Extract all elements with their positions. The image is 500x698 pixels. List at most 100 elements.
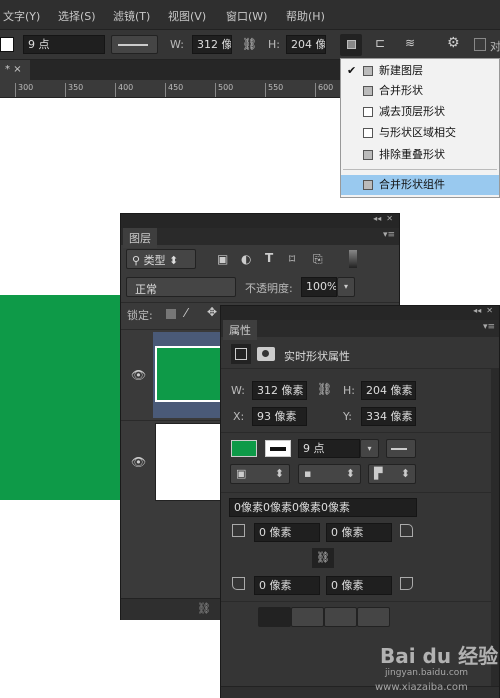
menu-item-subtract-front[interactable]: 减去顶层形状: [341, 102, 499, 122]
height-field[interactable]: 204 像素: [286, 35, 326, 54]
opacity-field[interactable]: 100%: [301, 277, 337, 297]
pixel-filter-icon[interactable]: ▣: [217, 252, 228, 266]
ruler-tick: 600: [315, 83, 333, 97]
ruler-tick: 450: [165, 83, 183, 97]
top-left-radius-field[interactable]: 0 像素: [254, 523, 320, 542]
align-edges-checkbox[interactable]: [474, 38, 486, 51]
menu-select[interactable]: 选择(S): [58, 8, 96, 24]
close-panel-icon[interactable]: ✕: [386, 214, 393, 223]
menu-type[interactable]: 文字(Y): [3, 8, 40, 24]
doc-tab-label: *: [5, 64, 10, 75]
menu-help[interactable]: 帮助(H): [286, 8, 325, 24]
path-operations-menu: ✔ 新建图层 合并形状 减去顶层形状 与形状区域相交 排除重叠形状 合并形状组件: [340, 58, 500, 198]
visibility-eye-icon[interactable]: 👁: [131, 368, 146, 382]
stroke-width-value: 9 点: [303, 442, 325, 455]
ruler-tick: 350: [65, 83, 83, 97]
visibility-eye-icon[interactable]: 👁: [131, 455, 146, 469]
stroke-style-dropdown[interactable]: [111, 35, 158, 54]
shape-filter-icon[interactable]: ⌑: [289, 252, 295, 266]
collapse-icon[interactable]: ◂◂: [373, 214, 381, 223]
bottom-right-radius-field[interactable]: 0 像素: [326, 576, 392, 595]
tab-properties[interactable]: 属性: [223, 320, 257, 340]
document-tab[interactable]: * ×: [0, 60, 30, 80]
link-radii-button[interactable]: ⛓: [312, 548, 334, 568]
new-layer-icon: [363, 66, 373, 76]
filter-kind-dropdown[interactable]: ⚲ 类型 ⬍: [126, 249, 196, 269]
stroke-corners-dropdown[interactable]: ▛ ⬍: [368, 464, 416, 484]
stroke-align-dropdown[interactable]: ▣ ⬍: [230, 464, 290, 484]
mask-properties-icon[interactable]: [257, 347, 275, 361]
lock-position-icon[interactable]: ✥: [207, 305, 217, 319]
panel-header: ◂◂ ✕: [221, 306, 499, 320]
menu-item-intersect[interactable]: 与形状区域相交: [341, 123, 499, 143]
menu-item-new-layer[interactable]: ✔ 新建图层: [341, 61, 499, 81]
top-right-radius-field[interactable]: 0 像素: [326, 523, 392, 542]
stroke-caps-dropdown[interactable]: ▪ ⬍: [298, 464, 361, 484]
stroke-color-swatch[interactable]: [0, 37, 14, 52]
intersect-button[interactable]: [324, 607, 357, 627]
width-field[interactable]: 312 像素: [252, 381, 307, 400]
filter-toggle[interactable]: [349, 250, 357, 268]
lock-transparency-icon[interactable]: [166, 309, 176, 319]
exclude-overlap-button[interactable]: [357, 607, 390, 627]
intersect-icon: [363, 128, 373, 138]
checkmark-icon: ✔: [347, 64, 357, 77]
lock-paint-icon[interactable]: ⁄: [185, 306, 187, 320]
smart-object-filter-icon[interactable]: ⎘: [313, 252, 323, 267]
menu-item-exclude-overlap[interactable]: 排除重叠形状: [341, 145, 499, 165]
adjustment-filter-icon[interactable]: ◐: [241, 252, 251, 266]
stroke-color-swatch[interactable]: [265, 440, 291, 457]
blend-mode-dropdown[interactable]: 正常: [126, 277, 236, 297]
subtract-front-button[interactable]: [291, 607, 324, 627]
menu-item-combine-shapes[interactable]: 合并形状: [341, 81, 499, 101]
shape-properties-icon[interactable]: [231, 344, 251, 364]
menu-filter[interactable]: 滤镜(T): [113, 8, 150, 24]
width-field[interactable]: 312 像素: [192, 35, 232, 54]
stroke-type-dropdown[interactable]: [386, 439, 416, 458]
panel-menu-icon[interactable]: ▾≡: [483, 322, 495, 332]
corner-radius-summary-field[interactable]: 0像素0像素0像素0像素: [229, 498, 417, 517]
layer-thumbnail: [155, 423, 225, 501]
gear-icon[interactable]: ⚙: [447, 35, 460, 51]
radius-value: 0 像素: [259, 526, 292, 539]
corner-summary-value: 0像素0像素0像素0像素: [234, 501, 350, 514]
menu-view[interactable]: 视图(V): [168, 8, 206, 24]
h-label: H:: [343, 384, 355, 397]
ruler-tick: 500: [215, 83, 233, 97]
watermark-site: www.xiazaiba.com: [375, 682, 468, 693]
stroke-width-dropdown[interactable]: ▾: [360, 439, 379, 458]
menu-item-label: 合并形状: [379, 84, 423, 97]
combine-shapes-icon: [363, 86, 373, 96]
menu-item-merge-components[interactable]: 合并形状组件: [341, 175, 499, 195]
path-alignment-icon[interactable]: ⊏: [375, 36, 385, 50]
combine-shapes-button[interactable]: [258, 607, 291, 627]
link-layers-icon[interactable]: ⛓: [197, 602, 211, 615]
w-label: W:: [231, 384, 245, 397]
exclude-overlap-icon: [363, 150, 373, 160]
panel-menu-icon[interactable]: ▾≡: [383, 230, 395, 240]
tab-layers[interactable]: 图层: [123, 228, 157, 248]
close-tab-icon[interactable]: ×: [13, 64, 21, 75]
align-edges-label: 对: [490, 40, 500, 53]
link-icon[interactable]: ⛓: [242, 37, 257, 51]
path-arrangement-icon[interactable]: ≋: [405, 36, 415, 50]
height-field[interactable]: 204 像素: [361, 381, 416, 400]
x-field[interactable]: 93 像素: [252, 407, 307, 426]
opacity-dropdown-button[interactable]: ▾: [337, 277, 355, 297]
link-icon[interactable]: ⛓: [317, 382, 332, 396]
type-filter-icon[interactable]: T: [265, 251, 273, 265]
stroke-size-field[interactable]: 9 点: [23, 35, 105, 54]
path-operations-button[interactable]: [340, 34, 362, 56]
menu-window[interactable]: 窗口(W): [226, 8, 267, 24]
close-panel-icon[interactable]: ✕: [486, 306, 493, 315]
y-field[interactable]: 334 像素: [361, 407, 416, 426]
menu-item-label: 与形状区域相交: [379, 126, 456, 139]
ruler-tick: 300: [15, 83, 33, 97]
fill-color-swatch[interactable]: [231, 440, 257, 457]
bottom-left-radius-field[interactable]: 0 像素: [254, 576, 320, 595]
collapse-icon[interactable]: ◂◂: [473, 306, 481, 315]
green-rectangle-shape[interactable]: [0, 295, 120, 500]
height-value: 204 像素: [291, 38, 326, 51]
layer-thumbnail: [155, 346, 225, 402]
stroke-width-field[interactable]: 9 点: [298, 439, 360, 458]
